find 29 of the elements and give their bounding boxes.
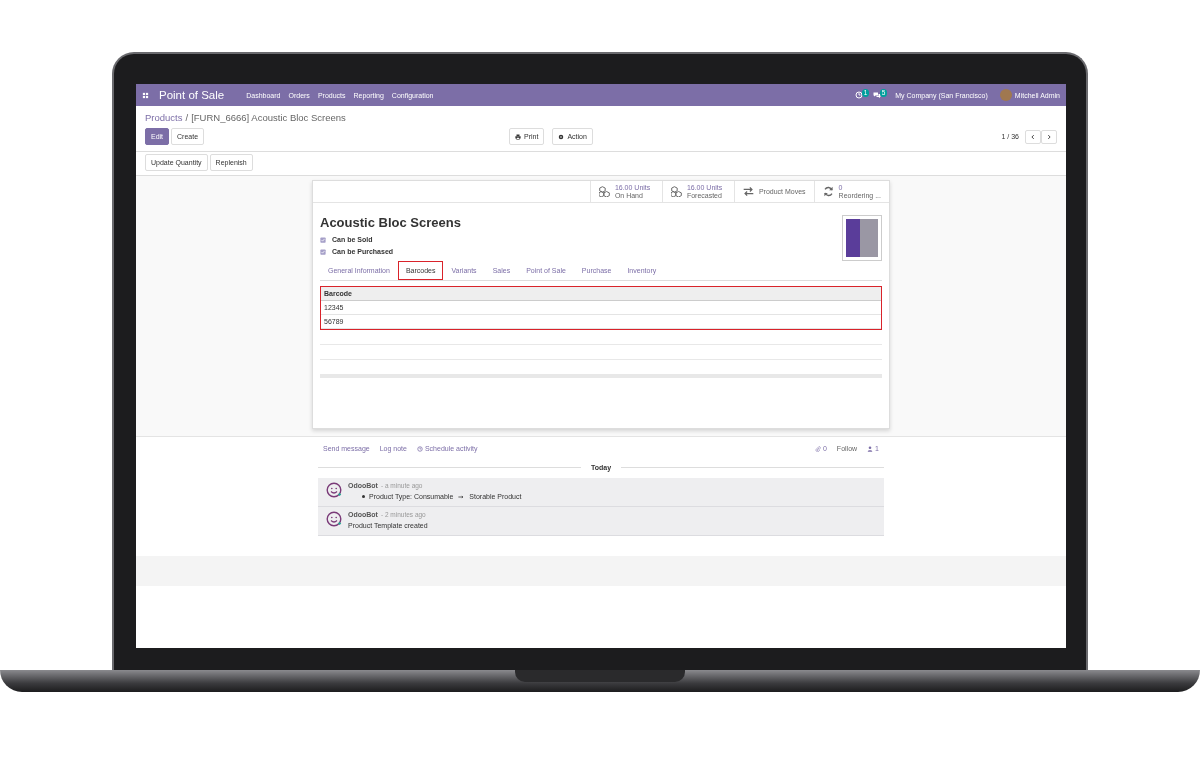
chevron-icon bbox=[1030, 133, 1036, 140]
paperclip-icon bbox=[814, 445, 821, 452]
product-image bbox=[842, 215, 882, 261]
breadcrumb-current: [FURN_6666] Acoustic Bloc Screens bbox=[191, 112, 346, 123]
breadcrumb-separator: / bbox=[185, 112, 189, 123]
gear-icon bbox=[558, 133, 565, 140]
printer-icon bbox=[515, 133, 521, 140]
apps-icon bbox=[142, 91, 149, 99]
clock-icon bbox=[855, 91, 864, 99]
previous-button[interactable] bbox=[1025, 129, 1041, 144]
checkbox[interactable] bbox=[320, 236, 326, 243]
arrow-icon bbox=[457, 493, 466, 500]
next-button[interactable] bbox=[1041, 129, 1057, 144]
bullet-icon bbox=[362, 495, 365, 498]
breadcrumb-link[interactable]: Products bbox=[145, 112, 183, 123]
product-title: Acoustic Bloc Screens bbox=[320, 215, 462, 230]
cubes-icon bbox=[598, 186, 610, 197]
person-icon bbox=[867, 445, 874, 452]
cubes-icon bbox=[670, 186, 682, 197]
app-title[interactable]: Point of Sale bbox=[159, 89, 225, 101]
chevron-icon bbox=[1046, 133, 1052, 140]
refresh-icon bbox=[822, 186, 834, 197]
chat-icon bbox=[873, 91, 882, 99]
clock-icon bbox=[416, 445, 423, 452]
arrows-icon bbox=[742, 186, 754, 197]
checkbox[interactable] bbox=[320, 248, 326, 255]
bot-avatar-icon bbox=[326, 511, 342, 527]
bot-avatar-icon bbox=[326, 482, 342, 498]
avatar bbox=[999, 89, 1012, 101]
